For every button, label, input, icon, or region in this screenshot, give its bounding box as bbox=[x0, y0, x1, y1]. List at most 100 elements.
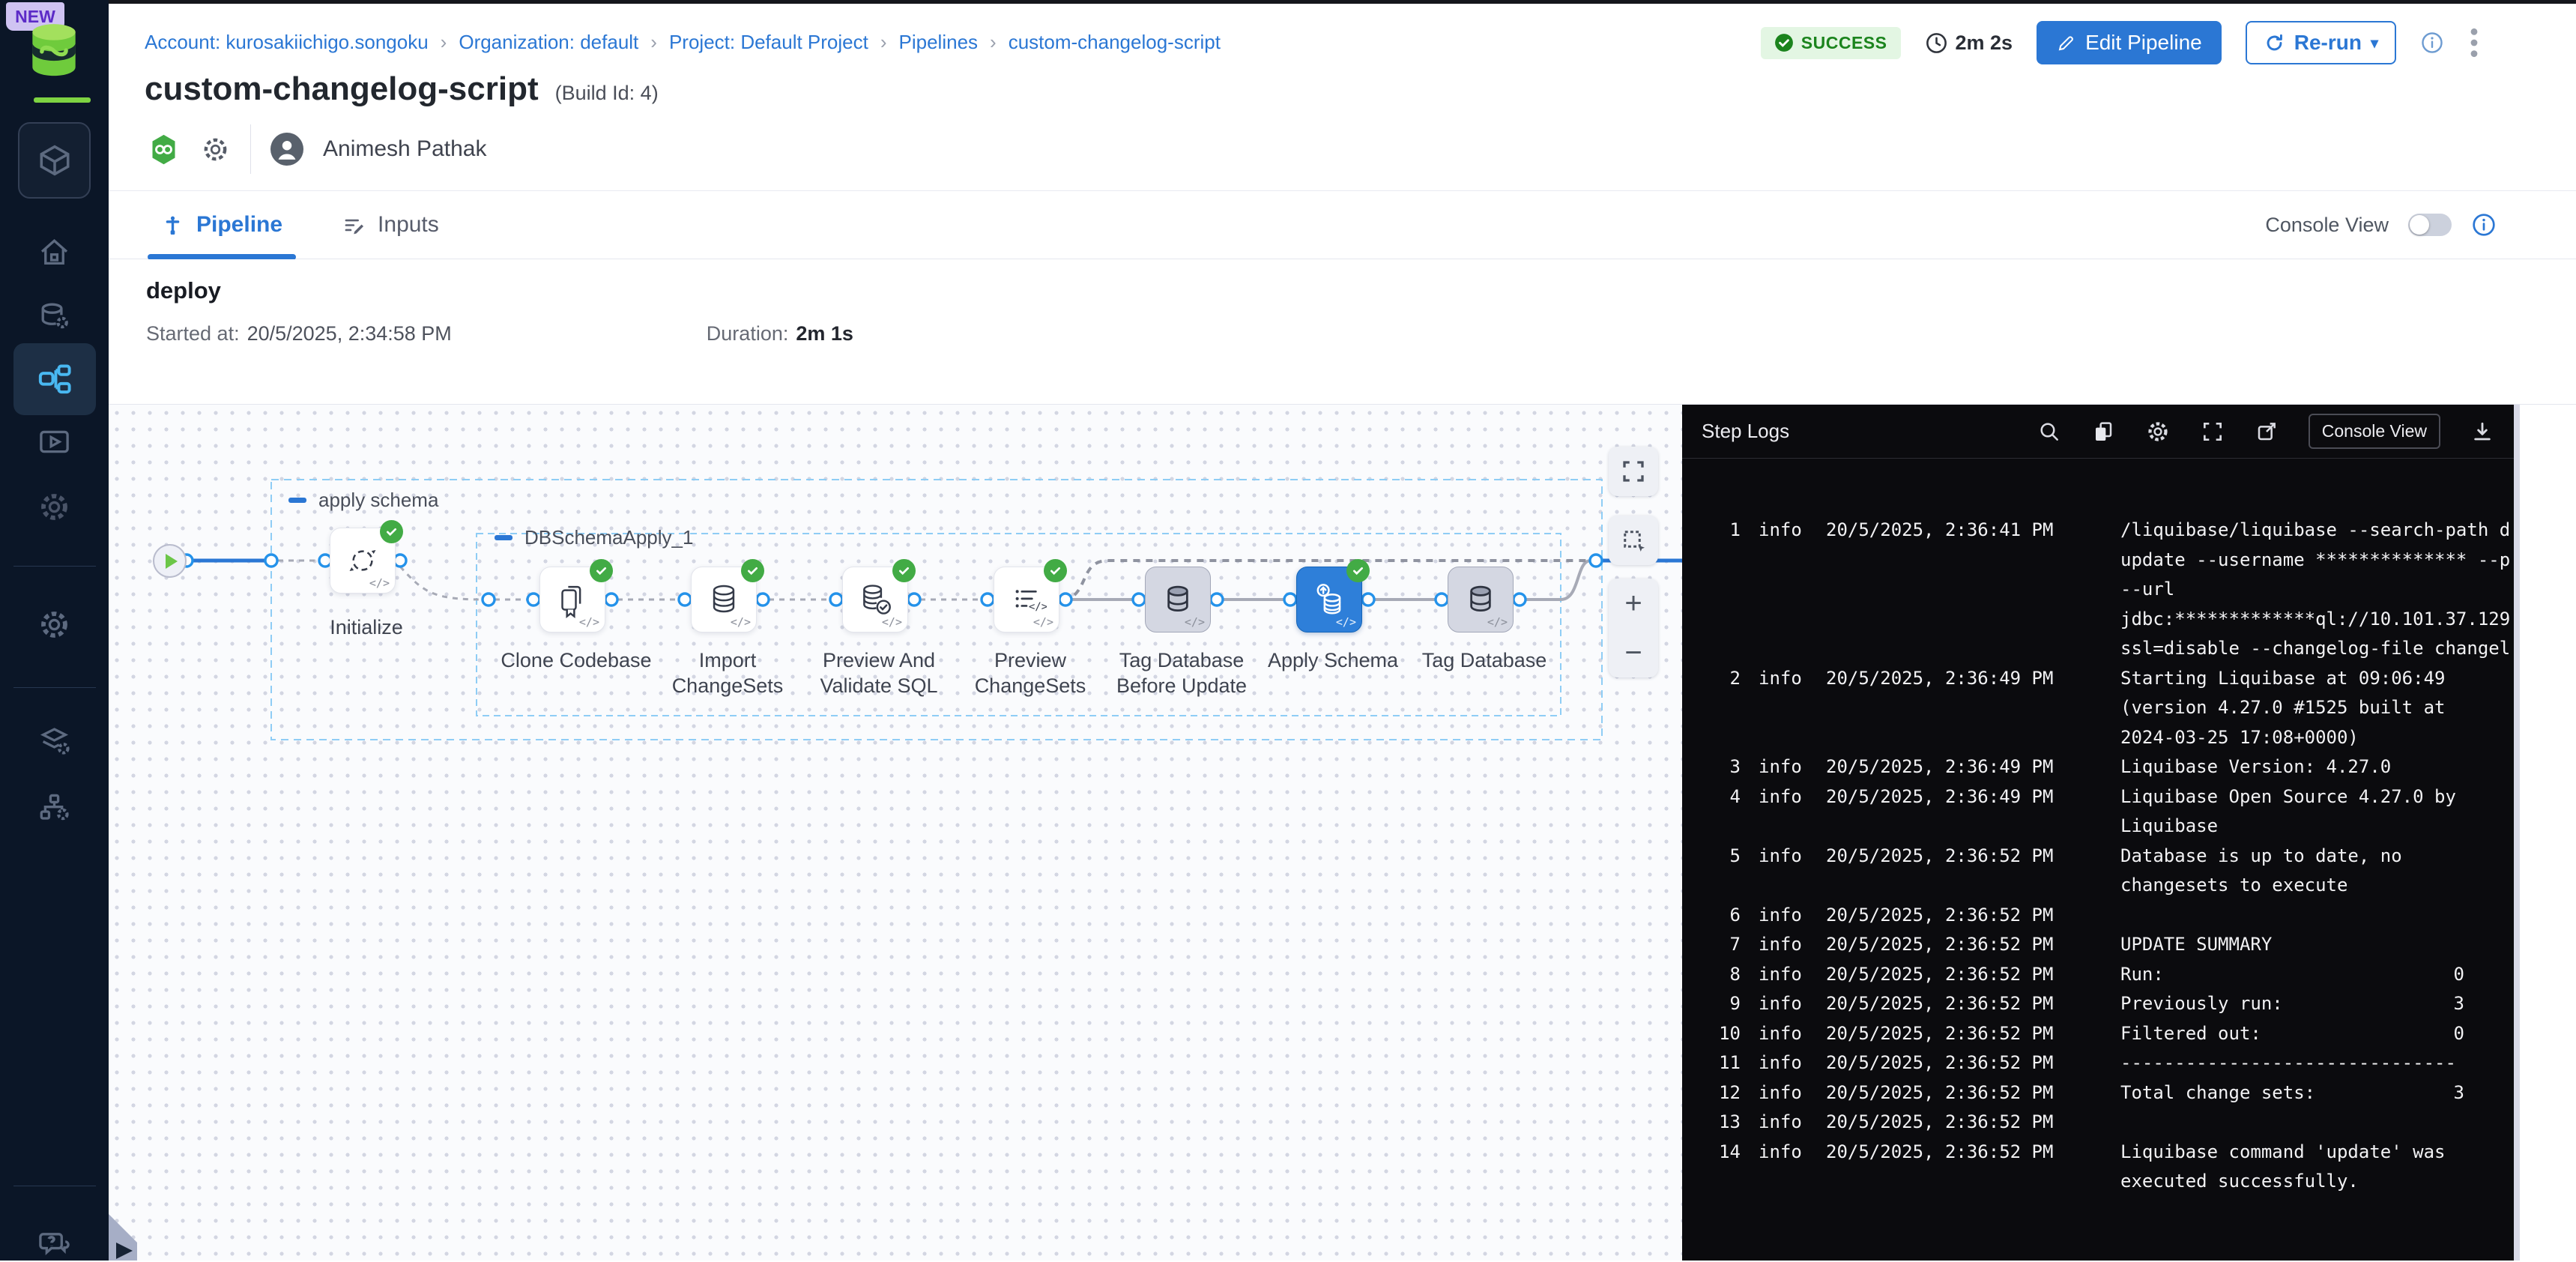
module-switcher[interactable] bbox=[18, 122, 91, 199]
sidebar-item-default-settings[interactable] bbox=[37, 724, 72, 759]
zoom-in-button[interactable]: + bbox=[1609, 579, 1658, 628]
log-open-external-icon[interactable] bbox=[2255, 420, 2279, 444]
step-card-initialize[interactable]: </> bbox=[330, 528, 396, 594]
step-card-preview-validate-sql[interactable]: </> bbox=[842, 567, 908, 632]
log-row: jdbc:*************ql://10.101.37.129 bbox=[1682, 605, 2514, 635]
sidebar-item-settings[interactable] bbox=[37, 607, 72, 642]
status-badge: SUCCESS bbox=[1761, 27, 1901, 59]
chevron-down-icon: ▾ bbox=[2371, 34, 2378, 52]
step-card-import-changesets[interactable]: </> bbox=[691, 567, 757, 632]
success-check-icon bbox=[1774, 33, 1794, 52]
breadcrumb-pipelines[interactable]: Pipelines bbox=[899, 31, 979, 54]
pipeline-type-badge-icon bbox=[147, 133, 181, 166]
sync-icon bbox=[342, 540, 383, 581]
log-row: --url bbox=[1682, 575, 2514, 605]
breadcrumb-current[interactable]: custom-changelog-script bbox=[1009, 31, 1221, 54]
step-label: Tag Database Before Update bbox=[1103, 647, 1260, 698]
sidebar-item-environment[interactable] bbox=[37, 489, 72, 525]
sidebar-item-pipelines-active[interactable] bbox=[13, 343, 96, 415]
pipeline-settings-gear-icon[interactable] bbox=[200, 134, 231, 165]
rerun-label: Re-run bbox=[2294, 31, 2362, 55]
log-row: 2info20/5/2025, 2:36:49 PMStarting Liqui… bbox=[1682, 664, 2514, 694]
log-scrollbar[interactable] bbox=[2514, 405, 2520, 1261]
divider bbox=[250, 124, 251, 174]
sidebar-item-home[interactable] bbox=[37, 235, 72, 270]
stage-label-dbschemaapply[interactable]: DBSchemaApply_1 bbox=[495, 526, 693, 549]
step-card-preview-changesets[interactable]: </> </> bbox=[994, 567, 1059, 632]
step-card-apply-schema-selected[interactable]: </> bbox=[1296, 567, 1362, 632]
duration-value: 2m 1s bbox=[796, 322, 853, 345]
pipeline-start-node[interactable] bbox=[153, 544, 187, 578]
sidebar-divider bbox=[13, 566, 96, 567]
canvas-fit-view-button[interactable] bbox=[1609, 447, 1658, 496]
pipeline-canvas[interactable]: apply schema DBSchemaApply_1 </> Initial… bbox=[109, 405, 1682, 1261]
step-label: Tag Database bbox=[1406, 647, 1563, 673]
rerun-button[interactable]: Re-run ▾ bbox=[2246, 21, 2396, 64]
harness-dbops-logo[interactable] bbox=[22, 18, 86, 84]
collapse-minus-icon[interactable] bbox=[495, 535, 513, 540]
duration-block: Duration: 2m 1s bbox=[707, 322, 853, 345]
stage-label-apply-schema[interactable]: apply schema bbox=[288, 489, 438, 512]
log-download-icon[interactable] bbox=[2470, 420, 2494, 444]
canvas-select-button[interactable] bbox=[1609, 516, 1658, 565]
success-badge bbox=[741, 559, 764, 582]
log-header-icons: Console View bbox=[2037, 414, 2494, 449]
info-icon[interactable] bbox=[2420, 31, 2444, 55]
console-view-toggle[interactable] bbox=[2408, 214, 2452, 236]
tab-pipeline-label: Pipeline bbox=[196, 212, 282, 238]
success-badge bbox=[380, 520, 403, 543]
log-console-view-button[interactable]: Console View bbox=[2309, 414, 2440, 449]
tab-pipeline[interactable]: Pipeline bbox=[148, 191, 296, 259]
sidebar-item-executions[interactable] bbox=[37, 425, 72, 460]
step-label: Preview ChangeSets bbox=[952, 647, 1109, 698]
log-body[interactable]: 1info20/5/2025, 2:36:41 PM/liquibase/liq… bbox=[1682, 459, 2514, 1261]
success-badge bbox=[1346, 559, 1370, 582]
sidebar: NEW bbox=[0, 0, 109, 1261]
console-view-label: Console View bbox=[2265, 214, 2389, 237]
breadcrumb-organization[interactable]: Organization: default bbox=[459, 31, 638, 54]
stage-name: deploy bbox=[146, 277, 221, 304]
stage-name-text: DBSchemaApply_1 bbox=[524, 526, 693, 549]
sidebar-item-databases[interactable] bbox=[37, 298, 72, 333]
collapse-minus-icon[interactable] bbox=[288, 498, 306, 503]
executions-icon bbox=[37, 425, 72, 460]
hierarchy-settings-icon bbox=[37, 790, 72, 825]
canvas-zoom-panel: + − bbox=[1609, 579, 1658, 677]
edit-pipeline-button[interactable]: Edit Pipeline bbox=[2037, 21, 2222, 64]
log-row: 9info20/5/2025, 2:36:52 PMPreviously run… bbox=[1682, 989, 2514, 1019]
tab-inputs[interactable]: Inputs bbox=[332, 191, 450, 259]
log-row: 10info20/5/2025, 2:36:52 PMFiltered out:… bbox=[1682, 1019, 2514, 1049]
log-copy-icon[interactable] bbox=[2091, 420, 2115, 444]
pipelines-icon bbox=[36, 360, 73, 398]
kebab-menu-icon[interactable] bbox=[2468, 26, 2480, 59]
zoom-out-button[interactable]: − bbox=[1609, 628, 1658, 677]
breadcrumb-project[interactable]: Project: Default Project bbox=[669, 31, 868, 54]
log-search-icon[interactable] bbox=[2037, 420, 2061, 444]
canvas-navigator-handle[interactable] bbox=[109, 1201, 154, 1261]
window-edge bbox=[0, 0, 2576, 4]
database-tag-icon bbox=[1460, 579, 1501, 620]
status-text: SUCCESS bbox=[1801, 33, 1887, 53]
settings-gear-icon bbox=[37, 607, 72, 642]
log-settings-gear-icon[interactable] bbox=[2145, 419, 2171, 444]
info-icon[interactable] bbox=[2471, 212, 2497, 238]
step-card-tag-database[interactable]: </> bbox=[1448, 567, 1514, 632]
code-glyph: </> bbox=[1336, 615, 1356, 629]
breadcrumb: Account: kurosakiichigo.songoku› Organiz… bbox=[145, 28, 1221, 55]
help-chat-icon bbox=[37, 1227, 72, 1262]
avatar bbox=[270, 133, 303, 166]
step-card-clone-codebase[interactable]: </> bbox=[539, 567, 605, 632]
svg-text:</>: </> bbox=[1029, 601, 1047, 613]
title-row: custom-changelog-script (Build Id: 4) bbox=[145, 70, 659, 108]
log-row: 8info20/5/2025, 2:36:52 PMRun:0 bbox=[1682, 960, 2514, 990]
log-row: 14info20/5/2025, 2:36:52 PMLiquibase com… bbox=[1682, 1138, 2514, 1168]
log-fullscreen-icon[interactable] bbox=[2201, 420, 2225, 444]
started-label: Started at: bbox=[146, 322, 240, 345]
duration-label: Duration: bbox=[707, 322, 789, 345]
sidebar-item-help[interactable] bbox=[37, 1227, 72, 1262]
database-logo-icon bbox=[22, 18, 86, 84]
step-card-tag-database-before-update[interactable]: </> bbox=[1145, 567, 1211, 632]
sidebar-item-org-settings[interactable] bbox=[37, 790, 72, 825]
breadcrumb-account[interactable]: Account: kurosakiichigo.songoku bbox=[145, 31, 429, 54]
build-id: (Build Id: 4) bbox=[555, 82, 659, 105]
